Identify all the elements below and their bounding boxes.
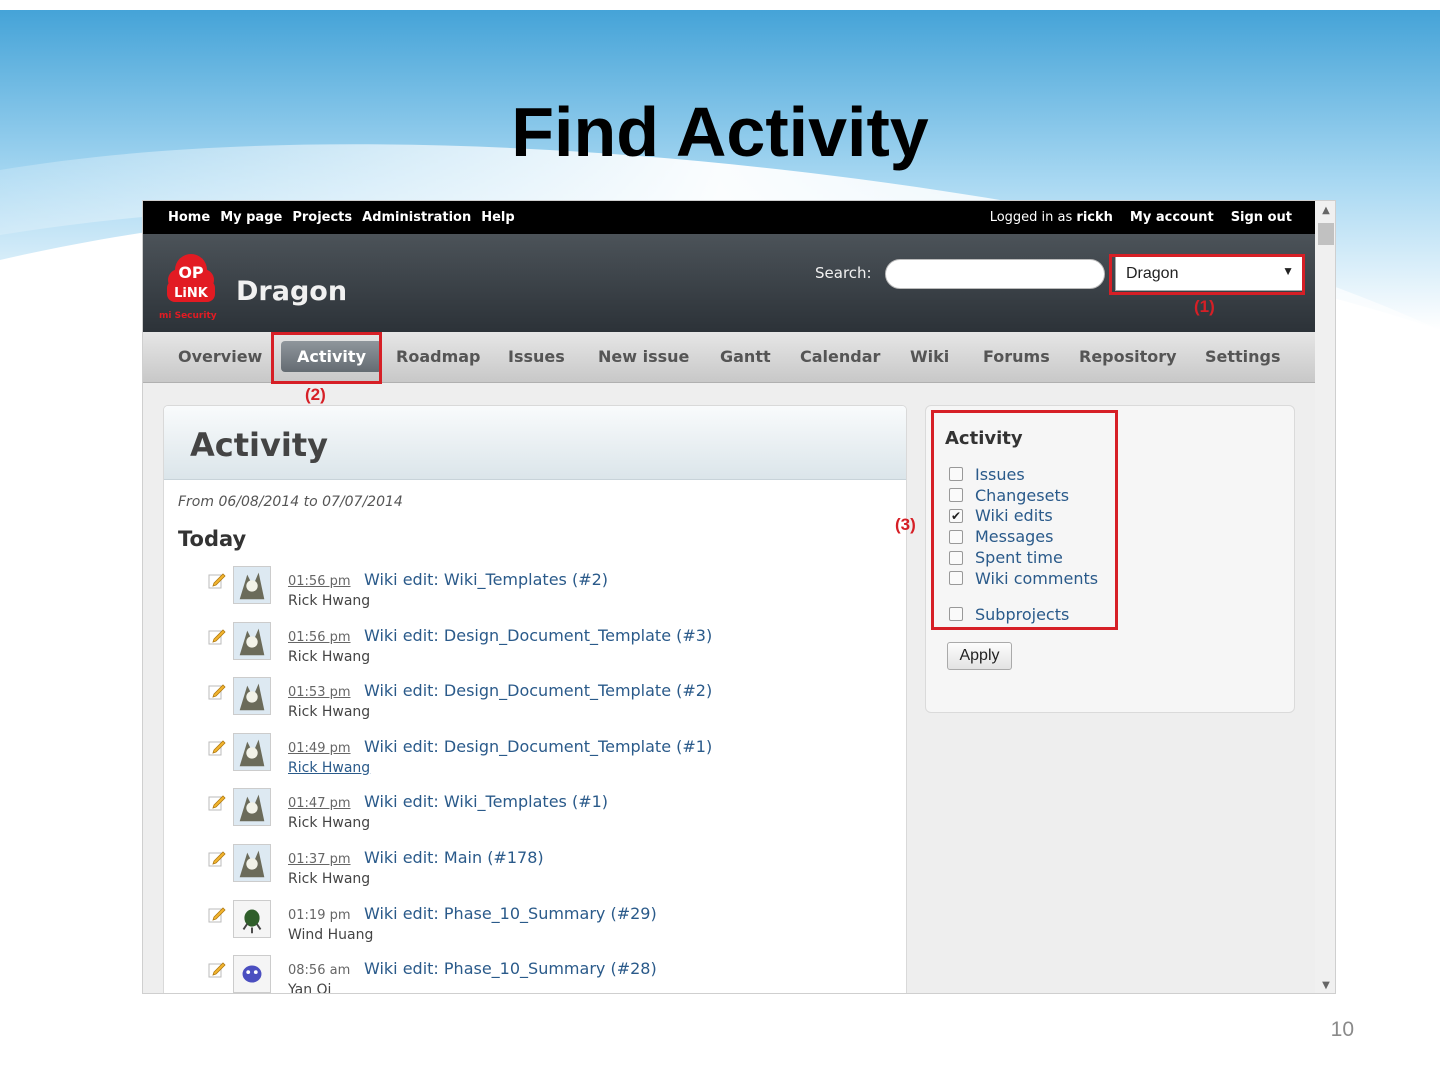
logo-text-bottom: LiNK [174, 286, 209, 301]
scrollbar-thumb[interactable] [1318, 223, 1334, 245]
tab-roadmap[interactable]: Roadmap [396, 347, 480, 366]
logo-tagline: mi Security [159, 311, 217, 321]
activity-item: 01:56 pm Wiki edit: Wiki_Templates (#2) … [208, 566, 868, 622]
event-author[interactable]: Rick Hwang [288, 704, 370, 720]
slide-title: Find Activity [511, 93, 929, 171]
activity-item: 01:19 pm Wiki edit: Phase_10_Summary (#2… [208, 899, 868, 956]
event-time[interactable]: 01:37 pm [288, 852, 351, 867]
user-avatar [233, 677, 271, 716]
top-menu-bar: Home My page Projects Administration Hel… [143, 201, 1315, 234]
event-title-link[interactable]: Wiki edit: Wiki_Templates (#2) [364, 570, 608, 589]
scroll-down-icon[interactable]: ▼ [1315, 980, 1335, 991]
activity-header: Activity [164, 406, 906, 480]
logo-text-top: OP [178, 263, 204, 282]
event-title-link[interactable]: Wiki edit: Phase_10_Summary (#29) [364, 904, 657, 923]
search-input[interactable] [885, 259, 1105, 289]
day-heading: Today [178, 527, 247, 551]
wiki-edit-icon [208, 684, 226, 700]
wiki-edit-icon [208, 795, 226, 811]
sign-out-link[interactable]: Sign out [1231, 210, 1292, 225]
event-time[interactable]: 01:47 pm [288, 796, 351, 811]
wiki-edit-icon [208, 573, 226, 589]
annotation-label-1: (1) [1194, 297, 1215, 316]
user-avatar [233, 899, 271, 938]
activity-item: 01:53 pm Wiki edit: Design_Document_Temp… [208, 677, 868, 733]
event-author[interactable]: Rick Hwang [288, 649, 370, 665]
my-account-link[interactable]: My account [1130, 210, 1214, 225]
tab-wiki[interactable]: Wiki [910, 347, 949, 366]
event-time[interactable]: 01:19 pm [288, 908, 351, 923]
wiki-edit-icon [208, 906, 226, 923]
user-avatar [233, 843, 271, 882]
event-title-link[interactable]: Wiki edit: Design_Document_Template (#2) [364, 681, 712, 700]
annotation-box-project-select [1109, 254, 1305, 295]
event-author[interactable]: Rick Hwang [288, 871, 370, 887]
oplink-logo: OP LiNK mi Security [159, 254, 217, 321]
tab-forums[interactable]: Forums [983, 347, 1050, 366]
activity-item: 01:37 pm Wiki edit: Main (#178) Rick Hwa… [208, 843, 868, 900]
logged-in-status: Logged in as rickh [990, 210, 1113, 225]
event-title-link[interactable]: Wiki edit: Design_Document_Template (#3) [364, 626, 712, 645]
user-avatar [233, 566, 271, 604]
top-menu-help[interactable]: Help [481, 210, 514, 225]
event-time[interactable]: 01:56 pm [288, 574, 351, 589]
user-avatar [233, 621, 271, 660]
username-link[interactable]: rickh [1076, 210, 1112, 225]
redmine-screenshot: Home My page Projects Administration Hel… [142, 200, 1336, 994]
event-author[interactable]: Yan Qi [288, 982, 331, 993]
event-time[interactable]: 01:49 pm [288, 741, 351, 756]
project-name: Dragon [236, 276, 348, 307]
search-label: Search: [815, 264, 872, 282]
event-author[interactable]: Rick Hwang [288, 815, 370, 831]
tab-overview[interactable]: Overview [178, 347, 262, 366]
activity-item: 01:56 pm Wiki edit: Design_Document_Temp… [208, 621, 868, 678]
wiki-edit-icon [208, 740, 226, 756]
tab-repository[interactable]: Repository [1079, 347, 1177, 366]
tab-issues[interactable]: Issues [508, 347, 565, 366]
activity-item: 01:47 pm Wiki edit: Wiki_Templates (#1) … [208, 788, 868, 844]
top-menu-administration[interactable]: Administration [362, 210, 471, 225]
activity-heading: Activity [190, 426, 328, 464]
top-menu-projects[interactable]: Projects [292, 210, 352, 225]
apply-button[interactable]: Apply [947, 642, 1012, 670]
event-title-link[interactable]: Wiki edit: Phase_10_Summary (#28) [364, 959, 657, 978]
wiki-edit-icon [208, 629, 226, 645]
activity-item: 08:56 am Wiki edit: Phase_10_Summary (#2… [208, 955, 868, 993]
annotation-box-filters [931, 410, 1118, 630]
slide-number: 10 [1330, 1018, 1354, 1041]
event-time[interactable]: 01:53 pm [288, 685, 351, 700]
wiki-edit-icon [208, 962, 226, 978]
user-avatar [233, 732, 271, 771]
annotation-label-3: (3) [895, 515, 916, 534]
top-menu-my-page[interactable]: My page [220, 210, 282, 225]
event-author[interactable]: Rick Hwang [288, 760, 370, 776]
tab-settings[interactable]: Settings [1205, 347, 1281, 366]
event-author[interactable]: Wind Huang [288, 927, 373, 943]
event-time[interactable]: 01:56 pm [288, 630, 351, 645]
activity-main-panel: Activity From 06/08/2014 to 07/07/2014 T… [163, 405, 907, 993]
page-scrollbar[interactable]: ▲ ▼ [1315, 201, 1335, 993]
tab-gantt[interactable]: Gantt [720, 347, 771, 366]
event-title-link[interactable]: Wiki edit: Wiki_Templates (#1) [364, 792, 608, 811]
user-avatar [233, 788, 271, 827]
annotation-box-activity-tab [271, 332, 382, 384]
event-author[interactable]: Rick Hwang [288, 593, 370, 609]
user-avatar [233, 955, 271, 993]
top-menu-home[interactable]: Home [168, 210, 210, 225]
logged-in-label: Logged in as [989, 210, 1073, 225]
activity-item: 01:49 pm Wiki edit: Design_Document_Temp… [208, 732, 868, 789]
wiki-edit-icon [208, 851, 226, 867]
event-time[interactable]: 08:56 am [288, 963, 350, 978]
event-title-link[interactable]: Wiki edit: Design_Document_Template (#1) [364, 737, 712, 756]
activity-list: 01:56 pm Wiki edit: Wiki_Templates (#2) … [208, 566, 868, 993]
event-title-link[interactable]: Wiki edit: Main (#178) [364, 848, 544, 867]
tab-calendar[interactable]: Calendar [800, 347, 880, 366]
tab-new-issue[interactable]: New issue [598, 347, 689, 366]
annotation-label-2: (2) [305, 385, 326, 404]
date-range: From 06/08/2014 to 07/07/2014 [178, 494, 403, 510]
scroll-up-icon[interactable]: ▲ [1315, 205, 1335, 216]
